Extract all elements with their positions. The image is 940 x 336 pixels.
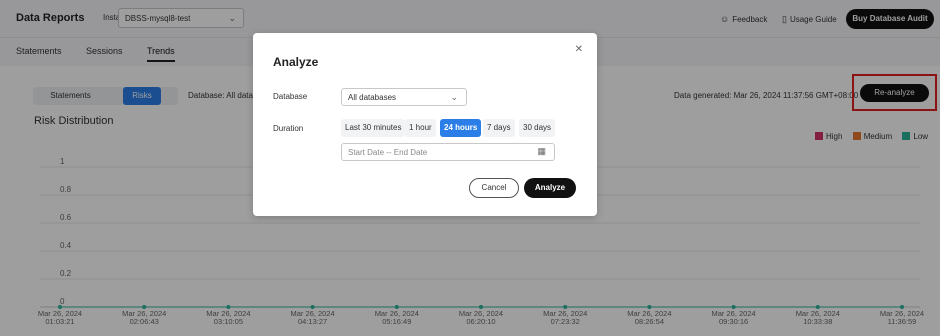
close-icon[interactable]: ✕ [575, 44, 583, 55]
calendar-icon: ▦ [537, 146, 546, 156]
cancel-button[interactable]: Cancel [469, 178, 519, 198]
duration-30-days[interactable]: 30 days [519, 119, 556, 137]
database-select[interactable]: All databases ⌄ [341, 88, 467, 106]
chevron-down-icon: ⌄ [450, 92, 458, 102]
date-range-placeholder: Start Date -- End Date [348, 148, 428, 157]
dialog-title: Analyze [273, 55, 319, 69]
analyze-button[interactable]: Analyze [524, 178, 576, 198]
analyze-dialog: Analyze ✕ Database All databases ⌄ Durat… [253, 33, 597, 216]
duration-24-hours[interactable]: 24 hours [440, 119, 482, 137]
duration-1-hour[interactable]: 1 hour [405, 119, 436, 137]
database-label: Database [273, 92, 308, 101]
duration-label: Duration [273, 124, 304, 133]
date-range-input[interactable]: Start Date -- End Date ▦ [341, 143, 555, 161]
database-select-value: All databases [348, 93, 397, 102]
duration-7-days[interactable]: 7 days [483, 119, 515, 137]
duration-30-minutes[interactable]: Last 30 minutes [341, 119, 406, 137]
